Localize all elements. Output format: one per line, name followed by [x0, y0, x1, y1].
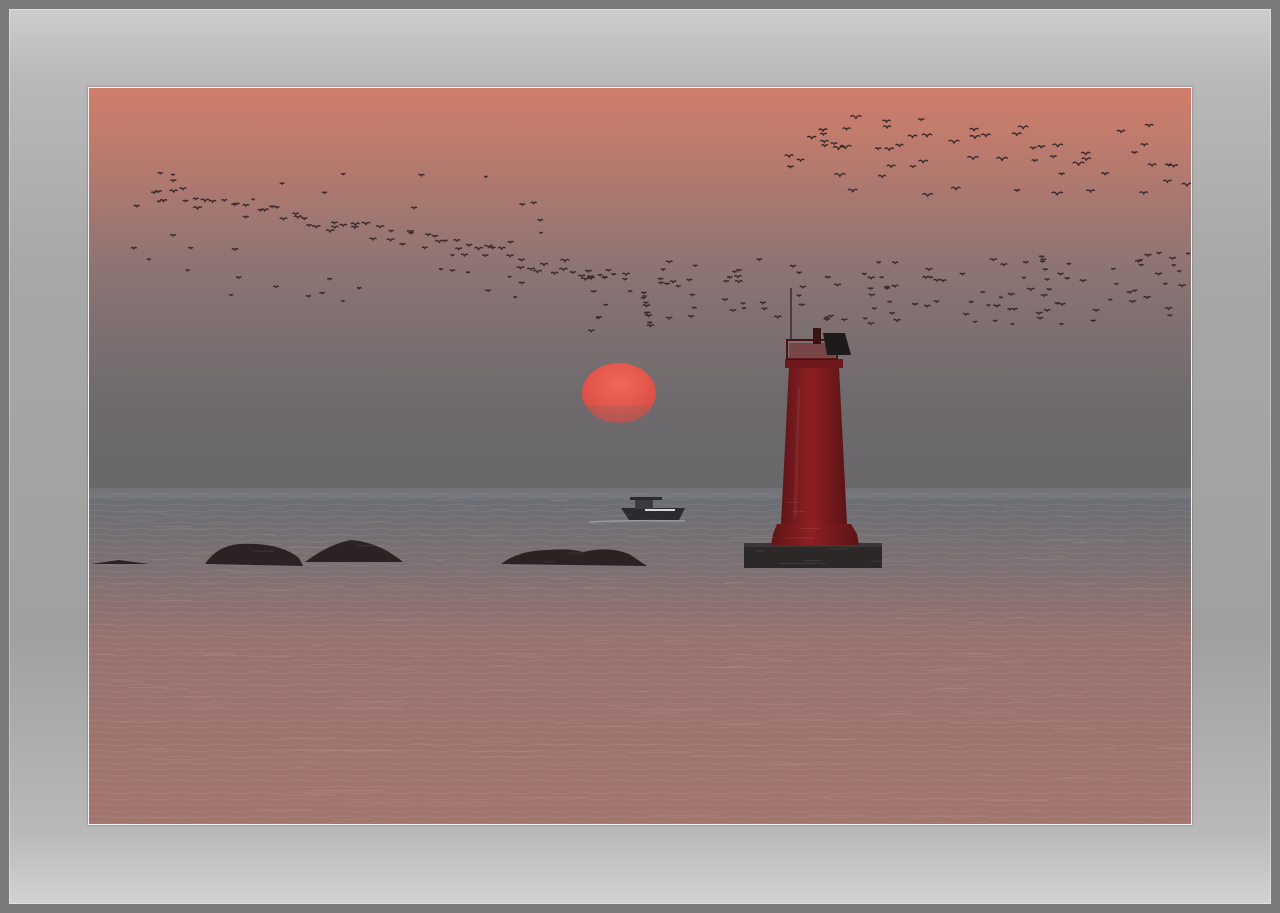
- bird: [539, 231, 543, 235]
- bird: [465, 271, 471, 275]
- bird: [229, 293, 234, 297]
- bird: [986, 304, 991, 307]
- sea-texture: [89, 493, 1191, 824]
- bird: [642, 295, 647, 299]
- bird: [1108, 298, 1113, 302]
- bird: [341, 300, 345, 303]
- bird: [483, 175, 488, 179]
- bird: [595, 316, 601, 320]
- bird: [998, 296, 1004, 300]
- bird: [1021, 276, 1027, 280]
- bird: [170, 173, 176, 177]
- bird: [513, 296, 518, 299]
- photo-scene: [89, 88, 1191, 824]
- bird: [251, 198, 256, 202]
- bird: [1176, 270, 1182, 274]
- bird: [879, 276, 884, 280]
- bird: [1010, 322, 1015, 326]
- bird: [146, 258, 152, 262]
- bird: [507, 275, 512, 279]
- photo: [88, 87, 1192, 825]
- bird: [450, 254, 455, 257]
- sun-haze-band: [569, 406, 669, 426]
- bird: [438, 268, 444, 271]
- bird: [1185, 252, 1191, 256]
- bird: [156, 200, 162, 204]
- sky: [89, 88, 1191, 496]
- horizon-haze: [89, 488, 1191, 498]
